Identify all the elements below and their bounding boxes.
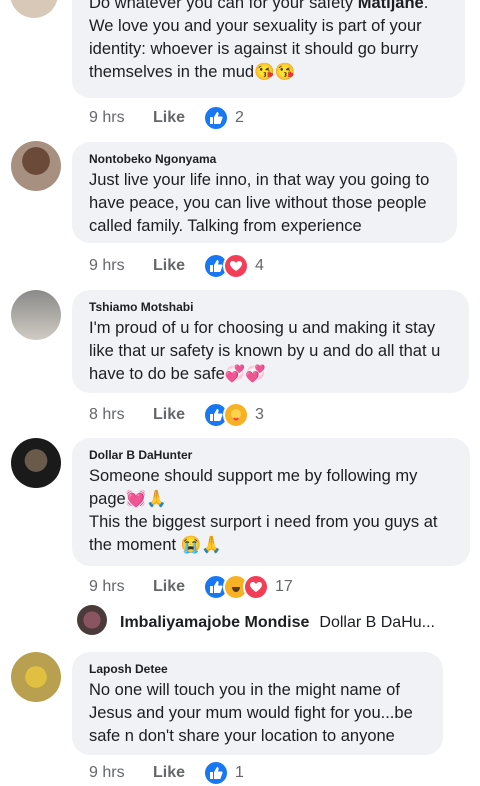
comment-meta: 9 hrs Like 4 bbox=[89, 253, 264, 279]
comment-text: No one will touch you in the might name … bbox=[89, 681, 413, 745]
comment-author[interactable]: Dollar B DaHunter bbox=[89, 448, 454, 462]
care-reaction-icon bbox=[223, 402, 249, 428]
comment-text: Someone should support me by following m… bbox=[89, 467, 438, 554]
reaction-count: 2 bbox=[235, 109, 244, 126]
comment-author[interactable]: Laposh Detee bbox=[89, 662, 427, 676]
timestamp[interactable]: 9 hrs bbox=[89, 764, 153, 782]
reactions[interactable] bbox=[203, 105, 229, 131]
reply-avatar[interactable] bbox=[77, 605, 107, 635]
comment-meta: 9 hrs Like 1 bbox=[89, 760, 244, 786]
like-reaction-icon bbox=[203, 760, 229, 786]
reply-author[interactable]: Imbaliyamajobe Mondise bbox=[120, 614, 309, 632]
comment-text: Just live your life inno, in that way yo… bbox=[89, 171, 430, 235]
reactions[interactable] bbox=[203, 253, 249, 279]
comment-author[interactable]: Nontobeko Ngonyama bbox=[89, 152, 441, 166]
like-reaction-icon bbox=[203, 105, 229, 131]
timestamp[interactable]: 9 hrs bbox=[89, 257, 153, 275]
comment-bubble: Dollar B DaHunter Someone should support… bbox=[72, 438, 470, 566]
like-button[interactable]: Like bbox=[153, 764, 203, 782]
comment-text: Do whatever you can for your safety Mati… bbox=[89, 0, 429, 81]
reply-text: Dollar B DaHu... bbox=[319, 614, 435, 631]
like-button[interactable]: Like bbox=[153, 109, 203, 127]
timestamp[interactable]: 8 hrs bbox=[89, 406, 153, 424]
comment-text: I'm proud of u for choosing u and making… bbox=[89, 319, 441, 383]
like-button[interactable]: Like bbox=[153, 257, 203, 275]
comment-meta: 9 hrs Like 17 bbox=[89, 574, 293, 600]
comment-bubble: Nontobeko Ngonyama Just live your life i… bbox=[72, 142, 457, 243]
reaction-count: 17 bbox=[275, 578, 293, 595]
like-button[interactable]: Like bbox=[153, 578, 203, 596]
avatar[interactable] bbox=[10, 0, 58, 18]
comment-meta: 8 hrs Like 3 bbox=[89, 402, 264, 428]
avatar[interactable] bbox=[11, 438, 61, 488]
comment-bubble: Tshiamo Motshabi I'm proud of u for choo… bbox=[72, 290, 469, 393]
reaction-count: 4 bbox=[255, 257, 264, 274]
comment-author[interactable]: Tshiamo Motshabi bbox=[89, 300, 453, 314]
avatar[interactable] bbox=[11, 290, 61, 340]
comment-bubble: Do whatever you can for your safety Mati… bbox=[72, 0, 465, 98]
reply-preview[interactable]: Imbaliyamajobe Mondise Dollar B DaHu... bbox=[120, 614, 435, 632]
comment-meta: 9 hrs Like 2 bbox=[89, 105, 244, 131]
timestamp[interactable]: 9 hrs bbox=[89, 109, 153, 127]
reactions[interactable] bbox=[203, 574, 269, 600]
comment-bubble: Laposh Detee No one will touch you in th… bbox=[72, 652, 443, 755]
love-reaction-icon bbox=[223, 253, 249, 279]
reactions[interactable] bbox=[203, 760, 229, 786]
timestamp[interactable]: 9 hrs bbox=[89, 578, 153, 596]
like-button[interactable]: Like bbox=[153, 406, 203, 424]
reactions[interactable] bbox=[203, 402, 249, 428]
love-reaction-icon bbox=[243, 574, 269, 600]
avatar[interactable] bbox=[11, 652, 61, 702]
avatar[interactable] bbox=[11, 141, 61, 191]
reaction-count: 3 bbox=[255, 406, 264, 423]
reaction-count: 1 bbox=[235, 764, 244, 781]
